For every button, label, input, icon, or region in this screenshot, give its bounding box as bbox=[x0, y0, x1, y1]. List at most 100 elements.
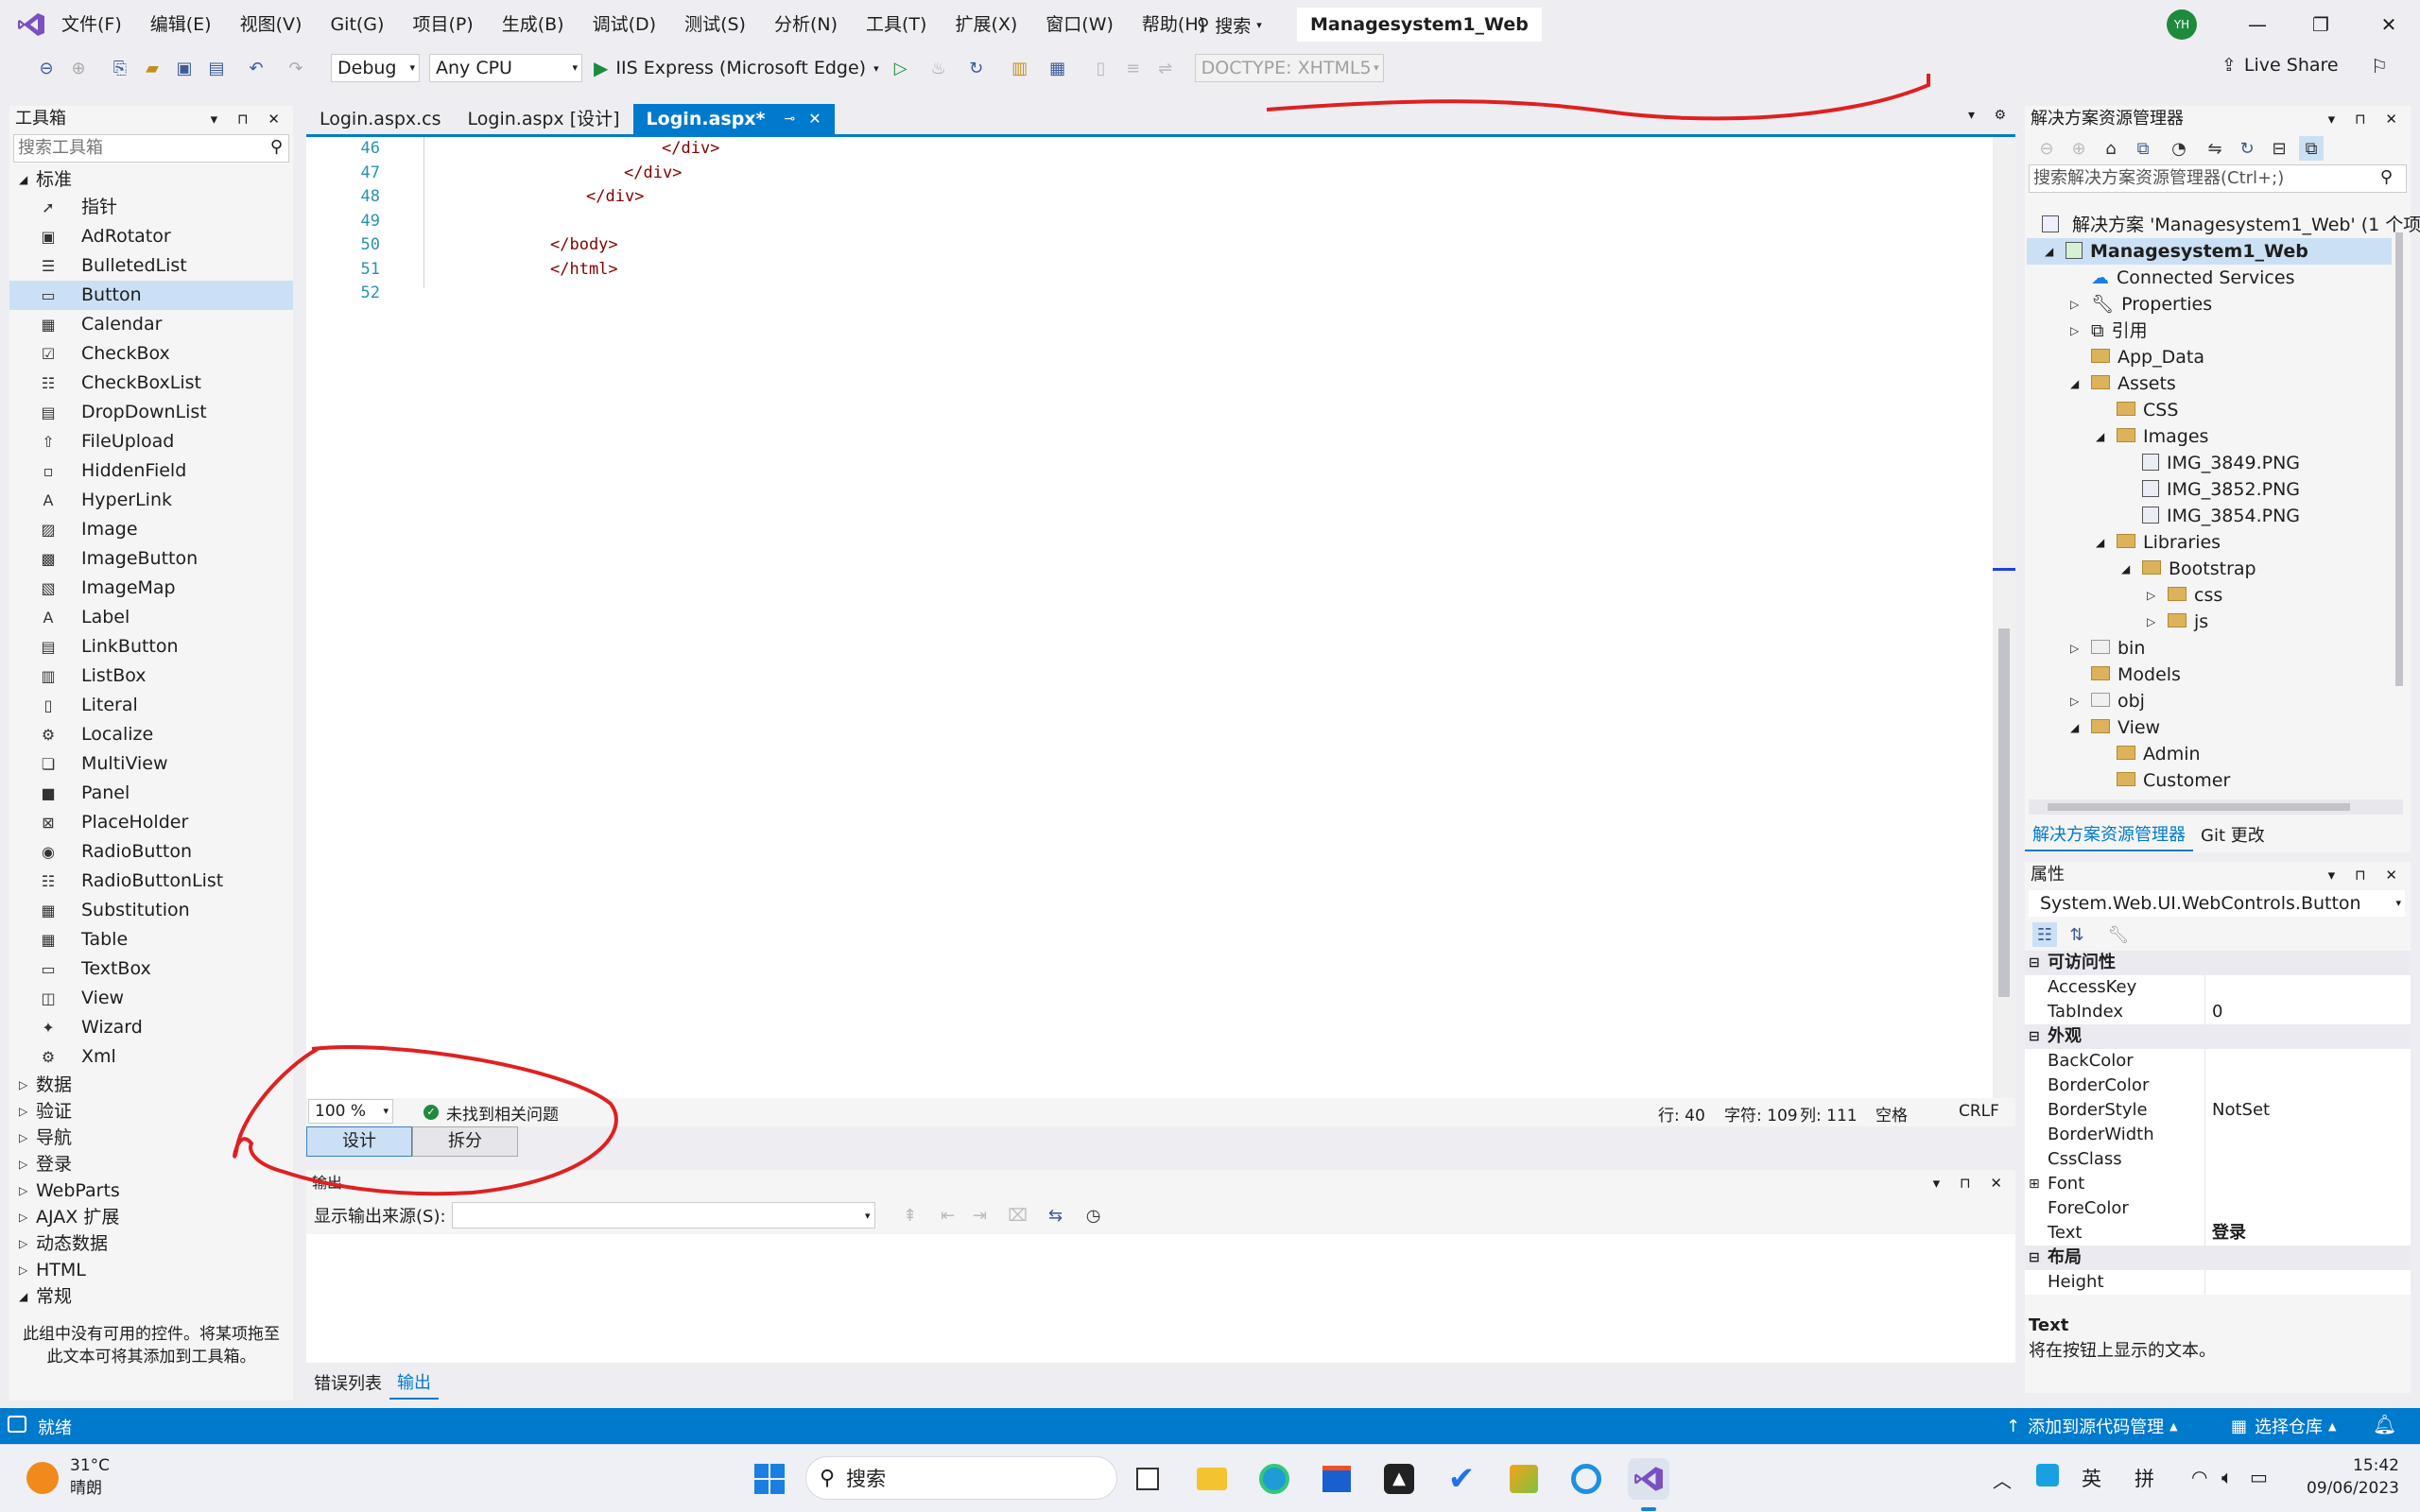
issues-indicator[interactable]: ✓ 未找到相关问题 bbox=[424, 1098, 559, 1126]
menu-item[interactable]: 调试(D) bbox=[579, 0, 670, 49]
scrollbar-thumb[interactable] bbox=[2048, 803, 2350, 811]
back-icon[interactable]: ⊖ bbox=[34, 56, 59, 80]
chevron-right-icon[interactable]: ▷ bbox=[2070, 291, 2079, 318]
prev-message-icon[interactable]: ⇤ bbox=[936, 1203, 960, 1228]
tree-item[interactable]: IMG_3854.PNG bbox=[2027, 503, 2392, 529]
clock[interactable]: 15:42 09/06/2023 bbox=[2305, 1454, 2399, 1500]
toolbox-group-general[interactable]: ◢ 常规 bbox=[9, 1283, 293, 1310]
toolbox-item[interactable]: ▥ ListBox bbox=[9, 662, 293, 691]
toolbox-item[interactable]: ✦ Wizard bbox=[9, 1013, 293, 1042]
toolbox-item[interactable]: ▦ Substitution bbox=[9, 896, 293, 925]
new-project-icon[interactable]: ⎘ bbox=[108, 56, 132, 80]
tree-item[interactable]: ▷ js bbox=[2027, 609, 2392, 635]
chevron-right-icon[interactable]: ▷ bbox=[2070, 635, 2079, 662]
property-row[interactable]: Text 登录 bbox=[2025, 1221, 2411, 1246]
find-message-icon[interactable]: ⇞ bbox=[898, 1203, 923, 1228]
scrollbar-thumb[interactable] bbox=[2395, 232, 2403, 686]
save-all-icon[interactable]: ▤ bbox=[204, 56, 229, 80]
undo-icon[interactable]: ↶ bbox=[244, 56, 268, 80]
live-share-button[interactable]: ⇪ Live Share bbox=[2221, 55, 2339, 76]
chevron-right-icon[interactable]: ▷ bbox=[2070, 318, 2079, 344]
property-row[interactable]: ForeColor bbox=[2025, 1196, 2411, 1221]
tab-overflow-controls[interactable]: ▾ ⚙ bbox=[1968, 108, 2014, 123]
panel-controls[interactable]: ▾ ⊓ ✕ bbox=[2328, 106, 2405, 132]
property-category[interactable]: ⊟ 布局 bbox=[2025, 1246, 2411, 1270]
collapse-icon[interactable]: ⊟ bbox=[2029, 1246, 2040, 1270]
toolbox-item[interactable]: ▨ Image bbox=[9, 515, 293, 544]
tree-item[interactable]: CSS bbox=[2027, 397, 2392, 423]
sync-icon[interactable]: ⇋ bbox=[2203, 136, 2227, 161]
redo-icon[interactable]: ↷ bbox=[284, 56, 308, 80]
open-folder-icon[interactable]: ▰ bbox=[140, 56, 164, 80]
menu-item[interactable]: 测试(S) bbox=[670, 0, 760, 49]
toolbox-item[interactable]: ▤ LinkButton bbox=[9, 632, 293, 662]
battery-icon[interactable]: ▭ bbox=[2250, 1466, 2268, 1488]
visual-studio-taskbar-icon[interactable] bbox=[1628, 1458, 1669, 1500]
toolbox-item[interactable]: ⚙ Xml bbox=[9, 1042, 293, 1072]
notifications-icon[interactable]: 🔔︎ bbox=[2373, 1413, 2396, 1435]
toolbox-group[interactable]: ▷ 验证 bbox=[9, 1098, 293, 1125]
editor-tab[interactable]: Login.aspx.cs bbox=[306, 104, 455, 134]
close-icon[interactable]: ✕ bbox=[808, 104, 821, 134]
property-row[interactable]: BorderStyle NotSet bbox=[2025, 1098, 2411, 1123]
toolbox-item[interactable]: ▭ TextBox bbox=[9, 954, 293, 984]
window-layout-icon[interactable]: ▦ bbox=[1046, 56, 1070, 80]
categorized-icon[interactable]: ☷ bbox=[2032, 922, 2057, 947]
chevron-down-icon[interactable]: ◢ bbox=[2096, 529, 2104, 556]
switch-views-icon[interactable]: ⧉ bbox=[2131, 136, 2155, 161]
microsoft-store-icon[interactable] bbox=[1316, 1458, 1357, 1500]
toolbox-item[interactable]: A Label bbox=[9, 603, 293, 632]
toolbox-group[interactable]: ▷ AJAX 扩展 bbox=[9, 1204, 293, 1230]
taskbar-search[interactable]: ⚲ 搜索 bbox=[805, 1456, 1117, 1500]
file-explorer-icon[interactable] bbox=[1191, 1458, 1233, 1500]
toolbox-item[interactable]: ❏ MultiView bbox=[9, 749, 293, 779]
property-row[interactable]: AccessKey bbox=[2025, 975, 2411, 1000]
panel-controls[interactable]: ▾ ⊓ ✕ bbox=[1933, 1170, 2010, 1196]
pending-changes-icon[interactable]: ◔ bbox=[2167, 136, 2191, 161]
chevron-down-icon[interactable]: ◢ bbox=[2121, 556, 2130, 582]
tree-item[interactable]: ◢ Libraries bbox=[2027, 529, 2392, 556]
whitespace-mode[interactable]: 空格 bbox=[1876, 1102, 1908, 1125]
tree-item[interactable]: ◢ Managesystem1_Web bbox=[2027, 238, 2392, 265]
add-to-source-control-button[interactable]: ↑ 添加到源代码管理 ▲ bbox=[2006, 1414, 2178, 1438]
panel-controls[interactable]: ▾ ⊓ ✕ bbox=[211, 106, 287, 132]
toolbox-item[interactable]: ◫ View bbox=[9, 984, 293, 1013]
menu-item[interactable]: 窗口(W) bbox=[1031, 0, 1128, 49]
toolbox-item[interactable]: ▣ AdRotator bbox=[9, 222, 293, 251]
menu-item[interactable]: 分析(N) bbox=[760, 0, 852, 49]
toolbox-group[interactable]: ▷ 导航 bbox=[9, 1125, 293, 1151]
property-row[interactable]: TabIndex 0 bbox=[2025, 1000, 2411, 1024]
toolbox-item[interactable]: ▤ DropDownList bbox=[9, 398, 293, 427]
editor-scrollbar[interactable] bbox=[1993, 137, 2015, 1101]
property-pages-icon[interactable]: 🔧︎ bbox=[2106, 922, 2131, 947]
cursor-line[interactable]: 行: 40 bbox=[1658, 1102, 1705, 1125]
tree-item[interactable]: ▷ obj bbox=[2027, 688, 2392, 714]
tree-item[interactable]: ☁ Connected Services bbox=[2027, 265, 2392, 291]
menu-item[interactable]: 编辑(E) bbox=[136, 0, 226, 49]
toolbox-item[interactable]: ➚ 指针 bbox=[9, 193, 293, 222]
windows-start-icon[interactable] bbox=[749, 1458, 790, 1500]
menu-item[interactable]: Git(G) bbox=[316, 0, 398, 49]
toolbox-item[interactable]: ▩ ImageButton bbox=[9, 544, 293, 574]
bottom-tab[interactable]: 输出 bbox=[389, 1369, 439, 1400]
chevron-down-icon[interactable]: ◢ bbox=[2096, 423, 2104, 450]
toolbox-group[interactable]: ▷ HTML bbox=[9, 1257, 293, 1283]
tree-item[interactable]: ◢ View bbox=[2027, 714, 2392, 741]
tree-item[interactable]: ◢ Bootstrap bbox=[2027, 556, 2392, 582]
back-icon[interactable]: ⊖ bbox=[2034, 136, 2059, 161]
clear-all-icon[interactable]: ⌧ bbox=[1006, 1203, 1030, 1228]
restore-button[interactable]: ❐ bbox=[2292, 0, 2349, 49]
toolbox-item[interactable]: ▦ Table bbox=[9, 925, 293, 954]
configuration-select[interactable]: Debug ▾ bbox=[331, 54, 420, 82]
toolbox-item[interactable]: ☷ RadioButtonList bbox=[9, 867, 293, 896]
cursor-char[interactable]: 字符: 109 bbox=[1724, 1102, 1798, 1125]
tree-item[interactable]: ◢ Images bbox=[2027, 423, 2392, 450]
ie-browser-icon[interactable] bbox=[1565, 1458, 1607, 1500]
toolbox-item[interactable]: A HyperLink bbox=[9, 486, 293, 515]
editor-tab[interactable]: Login.aspx* ⊸ ✕ bbox=[632, 104, 835, 134]
property-row[interactable]: ⊞ Font bbox=[2025, 1172, 2411, 1196]
property-value[interactable]: NotSet bbox=[2212, 1098, 2270, 1123]
solution-search-input[interactable]: 搜索解决方案资源管理器(Ctrl+;) ⚲ bbox=[2029, 164, 2407, 193]
browse-folder-icon[interactable]: ▥ bbox=[1008, 56, 1032, 80]
home-icon[interactable]: ⌂ bbox=[2099, 136, 2123, 161]
